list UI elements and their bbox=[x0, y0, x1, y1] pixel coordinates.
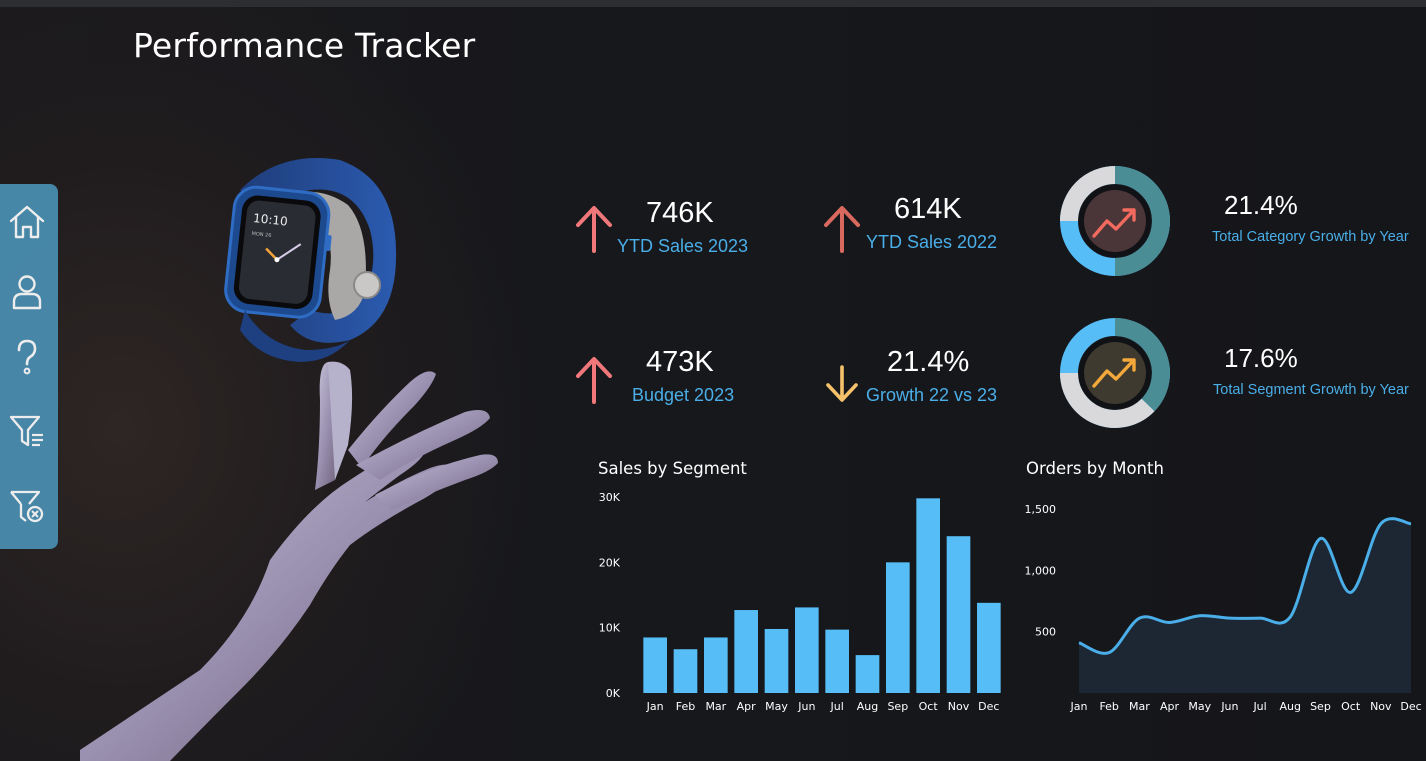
x-tick-label: Apr bbox=[737, 700, 757, 713]
trend-up-arrow-icon bbox=[576, 206, 612, 253]
nav-filter-button[interactable] bbox=[5, 409, 49, 453]
nav-help-button[interactable] bbox=[5, 335, 49, 379]
x-tick-label: Jul bbox=[1252, 700, 1266, 713]
y-tick-label: 500 bbox=[1035, 626, 1056, 639]
orders-by-month-chart: 500 1,000 1,500 Jan Feb Mar Apr May Jun Jul Aug Sep… bbox=[1025, 503, 1422, 713]
kpi-value: 746K bbox=[646, 197, 714, 229]
bar[interactable] bbox=[704, 637, 728, 693]
kpi-value: 21.4% bbox=[887, 346, 970, 378]
bar[interactable] bbox=[825, 629, 849, 693]
x-tick-label: Aug bbox=[1280, 700, 1301, 713]
bar[interactable] bbox=[643, 637, 667, 693]
filter-list-icon bbox=[9, 415, 43, 447]
nav-user-button[interactable] bbox=[5, 270, 49, 314]
x-tick-label: May bbox=[765, 700, 788, 713]
kpi-value: 473K bbox=[646, 346, 714, 378]
y-tick-label: 10K bbox=[599, 622, 621, 635]
bar[interactable] bbox=[977, 602, 1001, 693]
x-tick-label: Oct bbox=[919, 700, 939, 713]
x-tick-label: Mar bbox=[1129, 700, 1150, 713]
x-tick-label: Jun bbox=[1220, 700, 1238, 713]
nav-clear-filter-button[interactable] bbox=[5, 484, 49, 528]
page-title: Performance Tracker bbox=[133, 26, 476, 65]
x-tick-label: Mar bbox=[705, 700, 726, 713]
bar[interactable] bbox=[795, 607, 819, 693]
home-icon bbox=[9, 205, 45, 239]
bar[interactable] bbox=[764, 628, 789, 693]
y-tick-label: 1,000 bbox=[1025, 564, 1057, 577]
area-fill bbox=[1079, 518, 1411, 693]
segment-growth-label: Total Segment Growth by Year bbox=[1213, 382, 1409, 398]
help-icon bbox=[17, 339, 37, 375]
x-tick-label: Sep bbox=[887, 700, 908, 713]
x-tick-label: Jan bbox=[646, 700, 664, 713]
x-tick-label: Jul bbox=[830, 700, 844, 713]
x-tick-label: Jan bbox=[1070, 700, 1088, 713]
bar[interactable] bbox=[734, 610, 758, 693]
trend-down-arrow-icon bbox=[826, 365, 858, 402]
y-tick-label: 20K bbox=[599, 556, 621, 569]
bar[interactable] bbox=[886, 562, 910, 693]
window-top-bar bbox=[0, 0, 1426, 7]
x-tick-label: Oct bbox=[1341, 700, 1361, 713]
trend-up-arrow-icon bbox=[576, 357, 612, 404]
orders-by-month-title: Orders by Month bbox=[1026, 459, 1164, 478]
bar[interactable] bbox=[916, 498, 940, 693]
bar[interactable] bbox=[946, 536, 971, 693]
smartwatch-hero-image: 10:10 MON 26 bbox=[80, 158, 498, 761]
bar[interactable] bbox=[673, 649, 698, 693]
x-tick-label: Dec bbox=[978, 700, 999, 713]
x-tick-label: Apr bbox=[1160, 700, 1180, 713]
sales-by-segment-title: Sales by Segment bbox=[598, 459, 747, 478]
sales-by-segment-chart: 0K 10K 20K 30K Jan Feb Mar Apr May Jun Jul Aug Sep Oc… bbox=[599, 491, 1001, 713]
category-growth-donut bbox=[1060, 166, 1170, 276]
y-tick-label: 0K bbox=[606, 687, 621, 700]
category-growth-label: Total Category Growth by Year bbox=[1212, 229, 1409, 245]
nav-home-button[interactable] bbox=[5, 200, 49, 244]
y-tick-label: 30K bbox=[599, 491, 621, 504]
kpi-label: YTD Sales 2022 bbox=[866, 232, 998, 252]
segment-growth-donut bbox=[1060, 318, 1170, 428]
x-tick-label: Feb bbox=[1099, 700, 1118, 713]
x-tick-label: Feb bbox=[676, 700, 695, 713]
segment-growth-value: 17.6% bbox=[1224, 343, 1298, 373]
kpi-value: 614K bbox=[894, 193, 962, 225]
kpi-label: Budget 2023 bbox=[632, 385, 735, 405]
category-growth-value: 21.4% bbox=[1224, 190, 1298, 220]
x-tick-label: Sep bbox=[1310, 700, 1331, 713]
x-tick-label: Aug bbox=[857, 700, 878, 713]
x-tick-label: Nov bbox=[948, 700, 970, 713]
x-tick-label: Nov bbox=[1370, 700, 1392, 713]
bar[interactable] bbox=[855, 655, 880, 693]
side-nav bbox=[0, 184, 58, 549]
clear-filter-icon bbox=[10, 490, 44, 523]
x-tick-label: May bbox=[1188, 700, 1211, 713]
x-tick-label: Jun bbox=[797, 700, 815, 713]
kpi-label: YTD Sales 2023 bbox=[617, 236, 749, 256]
y-tick-label: 1,500 bbox=[1025, 503, 1057, 516]
trend-up-arrow-icon bbox=[824, 206, 860, 253]
user-icon bbox=[12, 275, 42, 310]
kpi-label: Growth 22 vs 23 bbox=[866, 385, 998, 405]
x-tick-label: Dec bbox=[1400, 700, 1421, 713]
